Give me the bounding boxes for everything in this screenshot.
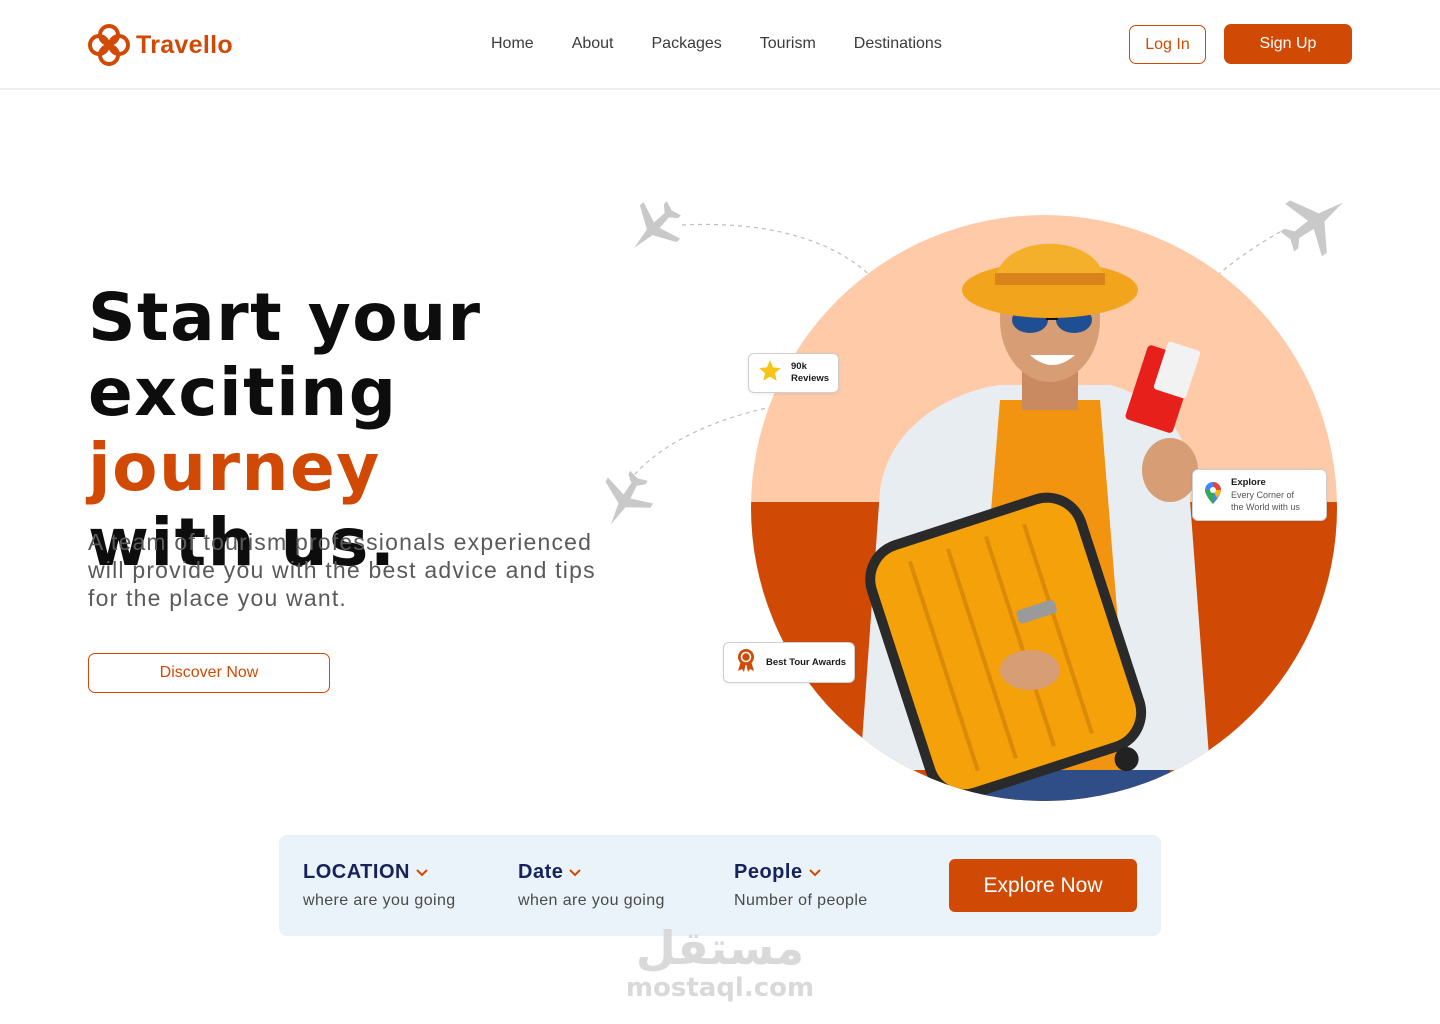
plane-icon-left [605,470,654,525]
nav-tourism[interactable]: Tourism [760,35,816,53]
chevron-down-icon[interactable] [808,868,821,877]
date-field[interactable]: Date when are you going [518,861,665,910]
location-hint: where are you going [303,892,456,909]
chevron-down-icon[interactable] [569,868,582,877]
people-label: People [734,861,803,883]
people-field[interactable]: People Number of people [734,861,868,910]
hero-subtext: A team of tourism professionals experien… [88,529,596,611]
headline-line-2-prefix: exciting [88,354,398,431]
explore-badge-line2: the World with us [1231,502,1300,512]
explore-badge-title: Explore [1231,477,1266,488]
map-pin-icon [1205,481,1221,509]
nav-about[interactable]: About [572,35,614,53]
headline-line-1: Start your [88,279,482,356]
plane-icon-top-right [1280,200,1343,257]
clover-logo-icon [88,24,130,66]
nav-home[interactable]: Home [491,35,534,53]
location-label: LOCATION [303,861,410,883]
login-button[interactable]: Log In [1129,25,1206,64]
watermark: مستقل mostaql.com [620,922,820,1002]
reviews-badge: 90k Reviews [748,353,839,393]
nav-packages[interactable]: Packages [652,35,722,53]
brand-name: Travello [136,30,233,59]
awards-badge: Best Tour Awards [723,642,855,683]
award-ribbon-icon [736,648,756,677]
location-field[interactable]: LOCATION where are you going [303,861,456,910]
discover-button[interactable]: Discover Now [88,653,330,693]
explore-now-button[interactable]: Explore Now [949,859,1137,912]
explore-badge-line1: Every Corner of [1231,490,1295,500]
main-nav: Home About Packages Tourism Destinations [491,35,980,53]
date-hint: when are you going [518,892,665,909]
site-header: Travello Home About Packages Tourism Des… [0,0,1440,90]
people-hint: Number of people [734,892,868,909]
reviews-label: Reviews [791,373,830,384]
reviews-count: 90k [791,361,807,372]
brand-logo[interactable]: Travello [88,24,233,66]
chevron-down-icon[interactable] [416,868,428,877]
date-label: Date [518,861,564,883]
explore-badge: Explore Every Corner of the World with u… [1192,469,1327,521]
signup-button[interactable]: Sign Up [1224,24,1352,64]
watermark-arabic: مستقل [635,921,805,975]
headline-accent: journey [88,429,381,506]
nav-destinations[interactable]: Destinations [854,35,942,53]
awards-label: Best Tour Awards [766,657,847,668]
watermark-latin: mostaql.com [625,973,815,1003]
star-icon [757,358,783,389]
plane-icon-top-left [634,201,681,248]
